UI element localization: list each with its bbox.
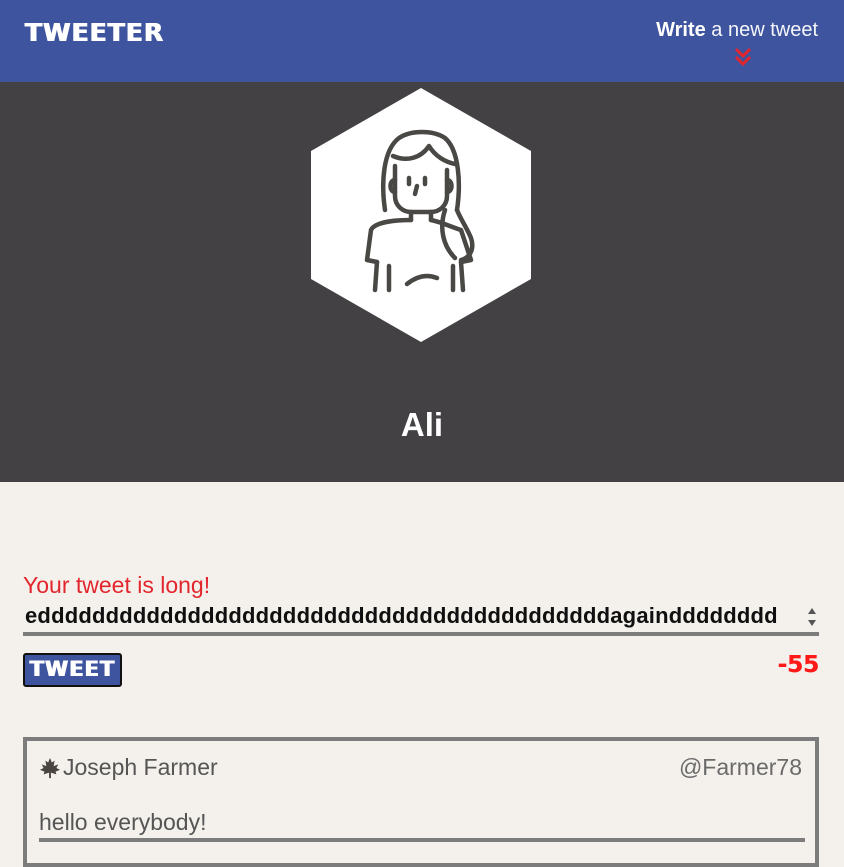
tweet-author-name: Joseph Farmer [63, 754, 218, 780]
tweet-error-message: Your tweet is long! [23, 572, 211, 598]
tweet-textarea[interactable]: eddddddddddddddddddddddddddddddddddddddd… [23, 601, 819, 636]
compose-link-strong: Write [656, 19, 706, 41]
profile-banner: Ali [0, 82, 844, 482]
tweet-textarea-value: eddddddddddddddddddddddddddddddddddddddd… [25, 603, 778, 628]
woman-avatar-icon [311, 88, 531, 342]
textarea-scroll-arrows-icon[interactable] [806, 605, 818, 629]
tweet-author: Joseph Farmer [39, 754, 218, 781]
tweet-author-handle: @Farmer78 [678, 754, 802, 780]
character-counter: -55 [777, 652, 819, 678]
maple-leaf-icon [39, 757, 61, 778]
top-nav: TWEETER Write a new tweet [0, 0, 844, 82]
tweet-content: hello everybody! [39, 809, 805, 842]
tweet-submit-button[interactable]: TWEET [23, 653, 122, 687]
app-logo: TWEETER [25, 18, 165, 47]
profile-name: Ali [400, 406, 444, 443]
double-chevron-down-icon[interactable] [733, 46, 753, 70]
compose-link-light: a new tweet [711, 19, 818, 41]
write-new-tweet-link[interactable]: Write a new tweet [656, 19, 818, 42]
tweet-card: Joseph Farmer @Farmer78 hello everybody! [23, 737, 819, 867]
